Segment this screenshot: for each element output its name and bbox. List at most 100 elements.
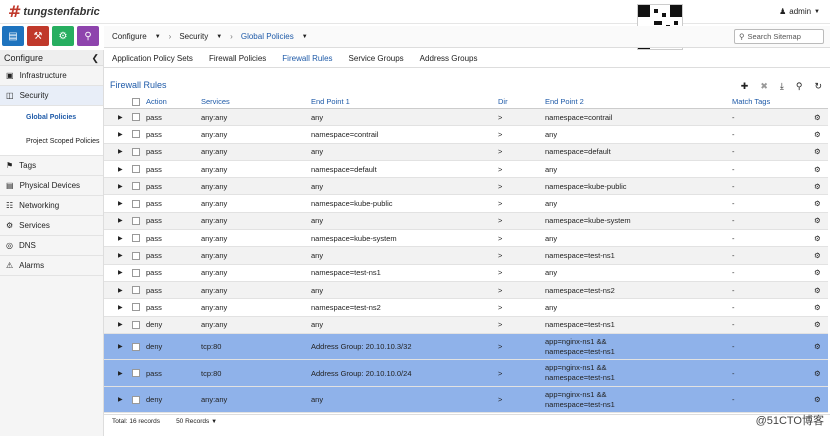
download-icon[interactable]: ⤓ — [780, 81, 784, 92]
row-checkbox[interactable] — [132, 395, 140, 404]
gear-icon[interactable]: ⚙ — [814, 182, 821, 191]
row-checkbox[interactable] — [132, 182, 140, 191]
row-checkbox[interactable] — [132, 251, 140, 260]
table-row[interactable]: ▶ pass any:any any > namespace=kube-public - ⚙ — [104, 178, 828, 196]
sidebar-item-project-scoped-policies[interactable]: Project Scoped Policies — [0, 128, 103, 156]
breadcrumb-configure[interactable]: Configure — [112, 32, 147, 41]
table-row[interactable]: ▶ pass any:any any > namespace=kube-system - ⚙ — [104, 212, 828, 231]
gear-icon[interactable]: ⚙ — [814, 130, 821, 139]
collapse-icon[interactable]: ❮ — [91, 50, 103, 65]
tab-application-policy-sets[interactable]: Application Policy Sets — [112, 54, 193, 63]
select-all-checkbox[interactable] — [132, 97, 140, 106]
expand-row-icon[interactable]: ▶ — [118, 217, 123, 224]
expand-row-icon[interactable]: ▶ — [118, 343, 123, 350]
column-header-match-tags[interactable]: Match Tags — [732, 95, 770, 108]
user-menu[interactable]: ♟ admin ▼ — [779, 7, 820, 16]
gear-icon[interactable]: ⚙ — [814, 113, 821, 122]
row-checkbox[interactable] — [132, 147, 140, 156]
row-checkbox[interactable] — [132, 234, 140, 243]
gear-icon[interactable]: ⚙ — [814, 234, 821, 243]
table-row[interactable]: ▶ pass any:any namespace=kube-system > any - ⚙ — [104, 230, 828, 248]
gear-icon[interactable]: ⚙ — [814, 303, 821, 312]
table-row[interactable]: ▶ pass any:any any > namespace=contrail - ⚙ — [104, 109, 828, 127]
chevron-down-icon[interactable]: ▼ — [155, 34, 161, 40]
gear-icon[interactable]: ⚙ — [814, 320, 821, 329]
page-size-select[interactable]: 50 Records ▼ — [176, 418, 217, 425]
gear-icon[interactable]: ⚙ — [814, 369, 821, 378]
gear-icon[interactable]: ⚙ — [814, 268, 821, 277]
table-row[interactable]: ▶ pass any:any namespace=contrail > any - ⚙ — [104, 126, 828, 144]
gear-icon[interactable]: ⚙ — [814, 342, 821, 351]
search-icon[interactable]: ⚲ — [796, 81, 803, 92]
table-row[interactable]: ▶ deny tcp:80 Address Group: 20.10.10.3/32 >… — [104, 333, 828, 361]
sidebar-item-physical-devices[interactable]: ▤ Physical Devices — [0, 176, 103, 196]
row-checkbox[interactable] — [132, 369, 140, 378]
column-header-end-point-2[interactable]: End Point 2 — [545, 95, 584, 108]
row-checkbox[interactable] — [132, 130, 140, 139]
expand-row-icon[interactable]: ▶ — [118, 166, 123, 173]
table-row[interactable]: ▶ pass any:any namespace=test-ns1 > any - ⚙ — [104, 265, 828, 282]
search-sitemap-input[interactable]: ⚲ Search Sitemap — [734, 29, 824, 44]
row-checkbox[interactable] — [132, 199, 140, 208]
table-row[interactable]: ▶ pass any:any any > namespace=default - ⚙ — [104, 143, 828, 161]
sidebar-item-global-policies[interactable]: Global Policies — [0, 106, 103, 128]
gear-icon[interactable]: ⚙ — [814, 165, 821, 174]
sidebar-item-security[interactable]: ◫ Security — [0, 86, 103, 106]
expand-row-icon[interactable]: ▶ — [118, 269, 123, 276]
sidebar-item-infrastructure[interactable]: ▣ Infrastructure — [0, 66, 103, 86]
row-checkbox[interactable] — [132, 268, 140, 277]
gear-icon[interactable]: ⚙ — [814, 251, 821, 260]
sidebar-item-alarms[interactable]: ⚠ Alarms — [0, 256, 103, 276]
expand-row-icon[interactable]: ▶ — [118, 287, 123, 294]
logo[interactable]: # tungstenfabric — [8, 4, 100, 20]
expand-row-icon[interactable]: ▶ — [118, 131, 123, 138]
add-icon[interactable]: ✚ — [741, 81, 749, 92]
sidebar-item-networking[interactable]: ☷ Networking — [0, 196, 103, 216]
row-checkbox[interactable] — [132, 303, 140, 312]
table-row[interactable]: ▶ pass any:any any > namespace=test-ns2 - ⚙ — [104, 281, 828, 300]
row-checkbox[interactable] — [132, 165, 140, 174]
expand-row-icon[interactable]: ▶ — [118, 235, 123, 242]
expand-row-icon[interactable]: ▶ — [118, 252, 123, 259]
breadcrumb-security[interactable]: Security — [179, 32, 208, 41]
column-header-action[interactable]: Action — [146, 95, 167, 108]
settings-button[interactable]: ⚙ — [52, 26, 74, 46]
tab-address-groups[interactable]: Address Groups — [420, 54, 478, 63]
expand-row-icon[interactable]: ▶ — [118, 370, 123, 377]
column-header-end-point-1[interactable]: End Point 1 — [311, 95, 350, 108]
chevron-down-icon[interactable]: ▼ — [302, 34, 308, 40]
monitor-button[interactable]: ▤ — [2, 26, 24, 46]
row-checkbox[interactable] — [132, 320, 140, 329]
row-checkbox[interactable] — [132, 113, 140, 122]
column-header-services[interactable]: Services — [201, 95, 230, 108]
table-row[interactable]: ▶ deny any:any any > namespace=test-ns1 - ⚙ — [104, 316, 828, 334]
tab-firewall-policies[interactable]: Firewall Policies — [209, 54, 266, 63]
configure-button[interactable]: ⚒ — [27, 26, 49, 46]
table-row[interactable]: ▶ pass any:any namespace=default > any - ⚙ — [104, 161, 828, 179]
refresh-icon[interactable]: ↻ — [814, 81, 822, 92]
column-header-dir[interactable]: Dir — [498, 95, 508, 108]
expand-row-icon[interactable]: ▶ — [118, 183, 123, 190]
expand-row-icon[interactable]: ▶ — [118, 396, 123, 403]
delete-icon[interactable]: ✖ — [760, 81, 768, 92]
expand-row-icon[interactable]: ▶ — [118, 114, 123, 121]
gear-icon[interactable]: ⚙ — [814, 147, 821, 156]
expand-row-icon[interactable]: ▶ — [118, 321, 123, 328]
table-row[interactable]: ▶ pass any:any namespace=test-ns2 > any - ⚙ — [104, 299, 828, 317]
gear-icon[interactable]: ⚙ — [814, 286, 821, 295]
expand-row-icon[interactable]: ▶ — [118, 304, 123, 311]
table-row[interactable]: ▶ deny any:any any > app=nginx-ns1 && namespac… — [104, 386, 828, 414]
query-button[interactable]: ⚲ — [77, 26, 99, 46]
row-checkbox[interactable] — [132, 286, 140, 295]
gear-icon[interactable]: ⚙ — [814, 199, 821, 208]
breadcrumb-global-policies[interactable]: Global Policies — [241, 32, 294, 41]
gear-icon[interactable]: ⚙ — [814, 395, 821, 404]
chevron-down-icon[interactable]: ▼ — [216, 34, 222, 40]
row-checkbox[interactable] — [132, 216, 140, 225]
sidebar-item-tags[interactable]: ⚑ Tags — [0, 156, 103, 176]
table-row[interactable]: ▶ pass any:any any > namespace=test-ns1 - ⚙ — [104, 247, 828, 265]
sidebar-item-dns[interactable]: ◎ DNS — [0, 236, 103, 256]
row-checkbox[interactable] — [132, 342, 140, 351]
tab-service-groups[interactable]: Service Groups — [349, 54, 404, 63]
sidebar-item-services[interactable]: ⚙ Services — [0, 216, 103, 236]
